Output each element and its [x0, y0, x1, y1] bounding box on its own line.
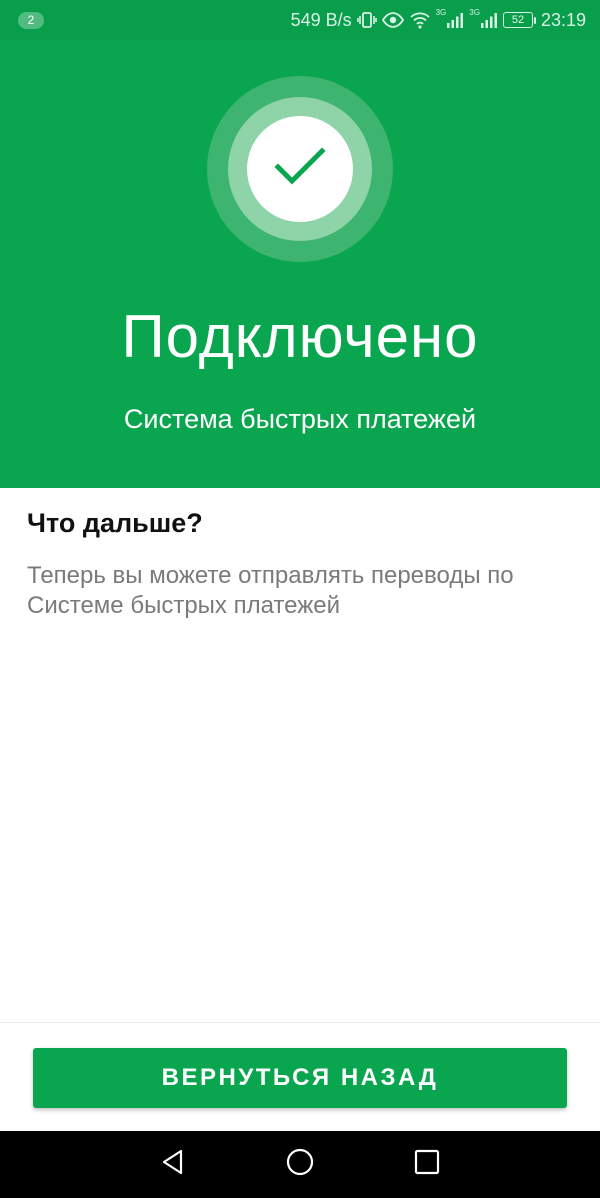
back-button[interactable]: ВЕРНУТЬСЯ НАЗАД — [33, 1048, 567, 1108]
signal-icon: 3G — [469, 8, 498, 28]
back-icon — [159, 1148, 187, 1181]
nav-back-button[interactable] — [143, 1135, 203, 1195]
signal-type-label: 3G — [435, 8, 447, 17]
nav-recents-button[interactable] — [397, 1135, 457, 1195]
status-bar: 2 549 B/s 3G 3G 52 23:19 — [0, 0, 600, 40]
system-nav-bar — [0, 1131, 600, 1198]
status-icons: 549 B/s 3G 3G 52 23:19 — [290, 8, 586, 31]
recents-icon — [414, 1149, 440, 1180]
signal-icon: 3G — [436, 8, 465, 28]
nav-home-button[interactable] — [270, 1135, 330, 1195]
clock: 23:19 — [540, 9, 586, 30]
battery-level: 52 — [502, 12, 533, 28]
vibrate-icon — [356, 11, 377, 29]
screen: 2 549 B/s 3G 3G 52 23:19 Подключено Сист… — [0, 0, 600, 1198]
wifi-icon — [409, 11, 431, 29]
network-speed: 549 B/s — [290, 9, 352, 30]
success-subtitle: Система быстрых платежей — [123, 404, 477, 434]
info-text: Теперь вы можете отправлять переводы по … — [27, 562, 514, 619]
signal-type-label: 3G — [469, 8, 480, 17]
success-circle — [247, 116, 353, 222]
checkmark-icon — [274, 146, 326, 192]
success-header: Подключено Система быстрых платежей — [0, 40, 600, 488]
eye-icon — [381, 11, 404, 29]
footer-divider — [0, 1022, 600, 1023]
success-title: Подключено — [121, 303, 479, 370]
notification-badge: 2 — [18, 11, 44, 29]
battery-icon: 52 — [502, 12, 536, 28]
info-section: Что дальше? Теперь вы можете отправлять … — [27, 508, 573, 621]
info-title: Что дальше? — [27, 508, 203, 538]
home-icon — [285, 1147, 315, 1182]
